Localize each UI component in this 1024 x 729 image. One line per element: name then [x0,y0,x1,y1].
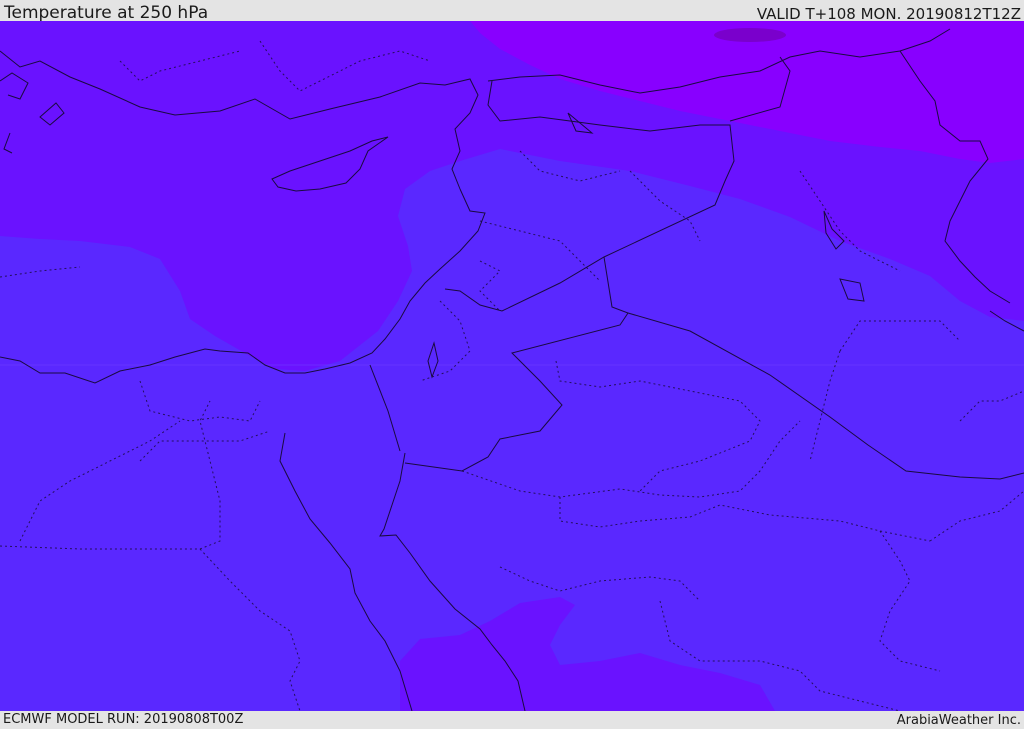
map-title: Temperature at 250 hPa [4,3,209,23]
footer-bar: ECMWF MODEL RUN: 20190808T00Z ArabiaWeat… [0,711,1024,729]
model-run: ECMWF MODEL RUN: 20190808T00Z [3,712,244,727]
cold-pocket [714,28,786,42]
header-bar: Temperature at 250 hPa VALID T+108 MON. … [0,0,1024,23]
credit-label: ArabiaWeather Inc. [896,713,1021,728]
temperature-map [0,21,1024,711]
